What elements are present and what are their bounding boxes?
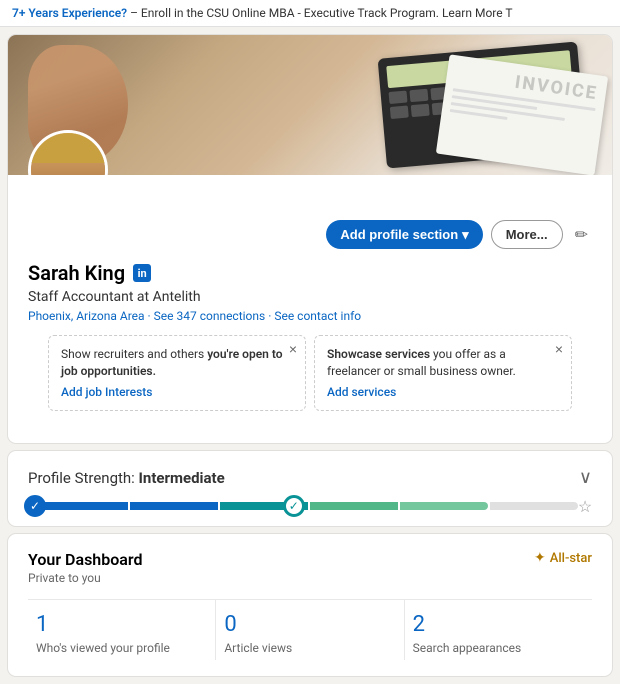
stat-article-views[interactable]: 0 Article views xyxy=(216,600,404,660)
cover-invoice-decoration: INVOICE xyxy=(436,54,608,175)
stat-search-appearances-label: Search appearances xyxy=(413,641,522,655)
add-services-link[interactable]: Add services xyxy=(327,384,559,401)
banner-text: – Enroll in the CSU Online MBA - Executi… xyxy=(130,6,512,20)
strength-end-star-icon: ☆ xyxy=(574,495,596,517)
stat-profile-views[interactable]: 1 Who's viewed your profile xyxy=(28,600,216,660)
profile-name-row: Sarah King in xyxy=(28,261,592,285)
profile-actions: Add profile section ▾ More... ✏ xyxy=(28,220,592,249)
profile-strength-title: Profile Strength: Intermediate xyxy=(28,469,225,487)
profile-name: Sarah King xyxy=(28,261,125,285)
add-job-interests-link[interactable]: Add job Interests xyxy=(61,384,293,401)
banner-left-text: Show recruiters and others you're open t… xyxy=(61,347,283,378)
add-profile-section-button[interactable]: Add profile section ▾ xyxy=(326,220,482,249)
profile-location: Phoenix, Arizona Area xyxy=(28,309,145,323)
stat-search-appearances[interactable]: 2 Search appearances xyxy=(405,600,592,660)
avatar: ✓ xyxy=(28,130,108,175)
banner-right-text: Showcase services you offer as a freelan… xyxy=(327,347,516,378)
strength-mid-checkmark: ✓ xyxy=(283,495,305,517)
strength-progress-bar: ✓ ✓ ☆ xyxy=(28,502,592,510)
stat-profile-views-label: Who's viewed your profile xyxy=(36,641,170,655)
banner-highlight[interactable]: 7+ Years Experience? xyxy=(12,6,127,20)
strength-start-checkmark: ✓ xyxy=(24,495,46,517)
profile-strength-card: Profile Strength: Intermediate ∨ ✓ ✓ ☆ xyxy=(8,451,612,526)
top-banner: 7+ Years Experience? – Enroll in the CSU… xyxy=(0,0,620,27)
profile-title: Staff Accountant at Antelith xyxy=(28,289,592,305)
contact-info-link[interactable]: See contact info xyxy=(274,309,361,323)
star-icon: ✦ xyxy=(534,550,546,566)
more-button[interactable]: More... xyxy=(491,220,563,249)
profile-card: INVOICE ✓ Add profile sect xyxy=(8,35,612,443)
allstar-badge: ✦ All-star xyxy=(534,550,592,566)
showcase-services-banner: × Showcase services you offer as a freel… xyxy=(314,335,572,411)
close-opportunities-banner-button[interactable]: × xyxy=(289,342,297,356)
profile-meta: Phoenix, Arizona Area · See 347 connecti… xyxy=(28,309,592,323)
dashboard-stats: 1 Who's viewed your profile 0 Article vi… xyxy=(28,599,592,660)
dashboard-card: Your Dashboard ✦ All-star Private to you… xyxy=(8,534,612,676)
stat-profile-views-number: 1 xyxy=(36,612,207,637)
open-to-opportunities-banner: × Show recruiters and others you're open… xyxy=(48,335,306,411)
dashboard-title: Your Dashboard xyxy=(28,550,142,569)
close-services-banner-button[interactable]: × xyxy=(555,342,563,356)
dropdown-arrow-icon: ▾ xyxy=(462,227,469,243)
stat-search-appearances-number: 2 xyxy=(413,612,584,637)
strength-chevron-icon[interactable]: ∨ xyxy=(579,467,592,488)
stat-article-views-number: 0 xyxy=(224,612,395,637)
edit-pencil-icon[interactable]: ✏ xyxy=(571,220,592,249)
connections-link[interactable]: See 347 connections xyxy=(154,309,266,323)
allstar-label: All-star xyxy=(550,551,592,566)
cover-photo: INVOICE ✓ xyxy=(8,35,612,175)
stat-article-views-label: Article views xyxy=(224,641,292,655)
notification-banners: × Show recruiters and others you're open… xyxy=(28,335,592,427)
linkedin-badge: in xyxy=(133,264,151,282)
dashboard-private-text: Private to you xyxy=(28,571,592,585)
